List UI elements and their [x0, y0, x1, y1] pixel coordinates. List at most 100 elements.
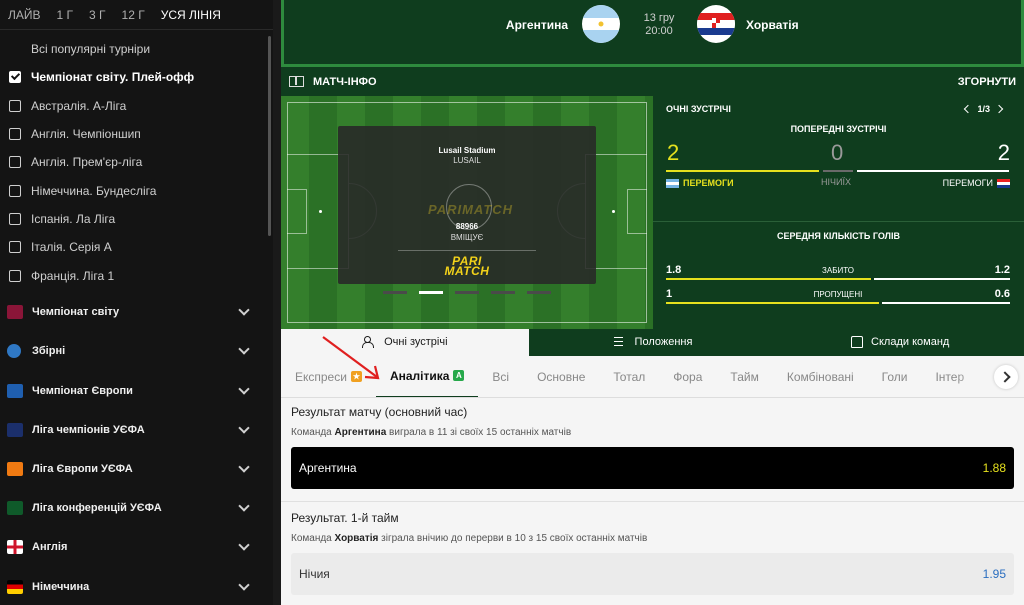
market-tab-combined[interactable]: Комбіновані — [773, 356, 868, 397]
home-wins-text: ПЕРЕМОГИ — [683, 178, 734, 188]
info-tabs: Очні зустрічі Положення Склади команд — [281, 329, 1024, 356]
outcome-odd: 1.95 — [982, 567, 1006, 581]
category-label: Німеччина — [32, 580, 90, 593]
chevron-down-icon[interactable] — [238, 461, 250, 473]
checkbox[interactable] — [9, 156, 21, 169]
tournament-item-ligue-1[interactable]: Франція. Ліга 1 — [0, 261, 273, 289]
tournament-item-premier-league[interactable]: Англія. Прем'єр-ліга — [0, 148, 273, 176]
time-tab-3h[interactable]: 3 Г — [89, 8, 106, 22]
checkbox[interactable] — [9, 184, 21, 197]
category-label: Чемпіонат Європи — [32, 384, 133, 397]
category-germany[interactable]: Німеччина — [0, 567, 273, 605]
carousel-dots — [383, 291, 563, 294]
home-wins-bar — [666, 170, 819, 172]
tournament-item-bundesliga[interactable]: Німеччина. Бундесліга — [0, 176, 273, 204]
insight-suffix: виграла в 11 зі своїх 15 останніх матчів — [386, 427, 572, 438]
croatia-flag-icon — [697, 5, 735, 43]
tournament-item-world-cup-playoff[interactable]: Чемпіонат світу. Плей-офф — [0, 63, 273, 91]
checkbox[interactable] — [9, 99, 21, 112]
chevron-left-icon[interactable] — [964, 104, 973, 114]
bet-outcome-button[interactable]: Нічия 1.95 — [291, 553, 1014, 595]
sidebar-scrollbar[interactable] — [268, 36, 271, 236]
collapse-button[interactable]: ЗГОРНУТИ — [958, 76, 1016, 88]
tournament-label: Чемпіонат світу. Плей-офф — [31, 70, 195, 85]
away-wins-text: ПЕРЕМОГИ — [942, 178, 993, 188]
checkbox[interactable] — [9, 241, 21, 254]
chevron-right-icon[interactable] — [994, 365, 1018, 389]
market-tab-main[interactable]: Основне — [523, 356, 599, 397]
insight-team: Аргентина — [334, 427, 387, 438]
chevron-down-icon[interactable] — [238, 382, 250, 395]
tournament-item-la-liga[interactable]: Іспанія. Ла Ліга — [0, 205, 273, 233]
time-tab-live[interactable]: ЛАЙВ — [8, 8, 41, 22]
tournament-item-serie-a[interactable]: Італія. Серія А — [0, 233, 273, 261]
category-conference-league[interactable]: Ліга конференцій УЄФА — [0, 489, 273, 528]
time-tab-1h[interactable]: 1 Г — [57, 8, 74, 22]
tournament-item-all-popular[interactable]: Всі популярні турніри — [0, 35, 273, 63]
chevron-down-icon[interactable] — [238, 578, 250, 591]
carousel-dot[interactable] — [527, 291, 551, 294]
away-wins-count: 2 — [997, 140, 1010, 165]
category-europa-league[interactable]: Ліга Європи УЄФА — [0, 449, 273, 488]
time-tab-all[interactable]: УСЯ ЛІНІЯ — [161, 8, 221, 22]
draws-count: 0 — [831, 140, 844, 165]
avg-goals-title: СЕРЕДНЯ КІЛЬКІСТЬ ГОЛІВ — [777, 231, 900, 241]
stadium-icon — [289, 76, 304, 87]
chevron-down-icon[interactable] — [238, 422, 250, 434]
category-world-cup[interactable]: Чемпіонат світу — [0, 293, 273, 332]
tournament-label: Іспанія. Ла Ліга — [31, 211, 116, 226]
category-champions-league[interactable]: Ліга чемпіонів УЄФА — [0, 410, 273, 449]
category-national-teams[interactable]: Збірні — [0, 332, 273, 371]
tournament-item-championship[interactable]: Англія. Чемпіоншип — [0, 120, 273, 148]
analytics-badge-icon: A — [453, 370, 465, 381]
champions-league-icon — [7, 422, 23, 437]
chevron-right-icon[interactable] — [994, 104, 1004, 114]
carousel-dot[interactable] — [383, 291, 407, 294]
stadium-pitch: Lusail Stadium LUSAIL PARIMATCH 88966 ВМ… — [281, 96, 653, 329]
parimatch-watermark: PARIMATCH — [428, 202, 514, 217]
match-datetime: 13 гру 20:00 — [642, 12, 676, 38]
market-tab-handicap[interactable]: Фора — [659, 356, 716, 397]
market-tab-goals[interactable]: Голи — [868, 356, 922, 397]
sidebar: ЛАЙВ 1 Г 3 Г 12 Г УСЯ ЛІНІЯ Всі популярн… — [0, 0, 273, 605]
home-scored-bar — [666, 278, 871, 280]
market-tab-total[interactable]: Тотал — [599, 356, 659, 397]
home-conceded-bar — [666, 302, 879, 304]
carousel-dot[interactable] — [455, 291, 479, 294]
time-tab-12h[interactable]: 12 Г — [122, 8, 145, 22]
market-tab-analytics[interactable]: Аналітика A — [375, 356, 479, 397]
market-tab-half[interactable]: Тайм — [716, 356, 772, 397]
category-england[interactable]: Англія — [0, 528, 273, 567]
bet-market-title: Результат матчу (основний час) — [291, 405, 468, 419]
market-tab-all[interactable]: Всі — [478, 356, 523, 397]
tournament-item-australia[interactable]: Австралія. А-Ліга — [0, 92, 273, 120]
chevron-down-icon[interactable] — [238, 343, 250, 356]
chevron-down-icon[interactable] — [238, 500, 250, 512]
bet-outcome-button[interactable]: Аргентина 1.88 — [291, 447, 1014, 489]
standings-icon — [613, 336, 627, 348]
match-time: 20:00 — [645, 25, 673, 37]
bet-market-first-half: Результат. 1-й тайм Команда Хорватія зіг… — [291, 511, 1014, 595]
away-conceded-value: 0.6 — [994, 288, 1010, 300]
conceded-label: ПРОПУЩЕНІ — [813, 290, 863, 299]
tab-standings[interactable]: Положення — [529, 329, 777, 356]
globe-icon — [7, 344, 21, 359]
checkbox-checked[interactable] — [9, 71, 21, 84]
checkbox[interactable] — [9, 269, 21, 282]
stadium-capacity-label: ВМІЩУЄ — [450, 233, 484, 242]
carousel-dot-active[interactable] — [419, 291, 443, 294]
market-tab-label: Аналітика — [389, 368, 450, 383]
match-info-bar: МАТЧ-ІНФО ЗГОРНУТИ — [281, 67, 1024, 96]
tournament-label: Англія. Чемпіоншип — [31, 127, 141, 142]
category-label: Ліга чемпіонів УЄФА — [32, 423, 145, 436]
tab-label: Очні зустрічі — [384, 335, 448, 348]
carousel-dot[interactable] — [491, 291, 515, 294]
tab-lineups[interactable]: Склади команд — [776, 329, 1024, 356]
tab-head-to-head[interactable]: Очні зустрічі — [281, 329, 529, 356]
home-team-name: Аргентина — [505, 18, 568, 32]
chevron-down-icon[interactable] — [238, 304, 250, 316]
chevron-down-icon[interactable] — [238, 539, 250, 552]
checkbox[interactable] — [9, 212, 21, 225]
checkbox[interactable] — [9, 128, 21, 141]
category-euro[interactable]: Чемпіонат Європи — [0, 371, 273, 410]
